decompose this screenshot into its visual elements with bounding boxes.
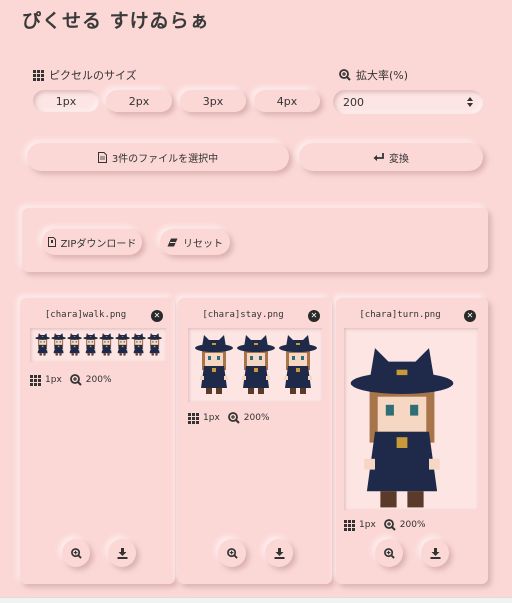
sprite-preview [344,328,478,510]
card-meta: 1px 200% [188,412,270,424]
card-filename: [chara]turn.png [359,310,441,320]
witch-sprite [131,333,146,356]
download-icon [430,547,440,559]
witch-sprite [51,333,66,356]
file-icon [97,151,107,163]
download-button[interactable] [265,539,293,567]
zoom-value: 200 [343,95,364,109]
image-card-stay: [chara]stay.png ✕ 1px 200% [178,298,332,584]
download-icon [274,547,284,559]
zoom-label-text: 拡大率(%) [356,69,409,82]
pixel-size-3px-button[interactable]: 3px [180,90,246,112]
reset-button[interactable]: リセット [160,229,230,255]
card-pixel-size: 1px [203,413,220,423]
download-button[interactable] [108,539,136,567]
pixel-size-2px-button[interactable]: 2px [106,90,172,112]
file-select-label: 3件のファイルを選択中 [111,153,219,165]
zoom-preview-button[interactable] [375,539,403,567]
card-filename: [chara]stay.png [202,310,284,320]
bottom-scroll-area [0,597,512,603]
witch-sprite [67,333,82,356]
card-meta: 1px 200% [30,374,112,386]
close-icon[interactable]: ✕ [308,310,320,322]
app-title: ぴくせる すけゐらぁ [22,10,210,32]
card-zoom: 200% [243,413,270,423]
witch-sprite [83,333,98,356]
witch-sprite [35,333,50,356]
witch-sprite [115,333,130,356]
spinner-arrows-icon [467,97,473,107]
sprite-preview [188,328,322,402]
witch-sprite [237,335,275,394]
file-select-button[interactable]: 3件のファイルを選択中 [27,143,289,171]
zoom-in-icon [69,374,82,386]
witch-sprite [279,335,317,394]
image-card-walk: [chara]walk.png ✕ 1px 200% [20,298,175,584]
reset-label: リセット [183,238,223,250]
witch-sprite [99,333,114,356]
close-icon[interactable]: ✕ [464,310,476,322]
card-pixel-size: 1px [45,375,62,385]
witch-sprite [147,333,162,356]
grid-icon [33,69,44,81]
zoom-select[interactable]: 200 [333,90,483,114]
walk-sprite-sheet [35,333,162,356]
card-pixel-size: 1px [359,520,376,530]
download-icon [117,547,127,559]
zip-download-button[interactable]: ZIPダウンロード [42,229,142,255]
pixel-size-1px-button[interactable]: 1px [33,90,99,112]
zoom-preview-button[interactable] [218,539,246,567]
zoom-in-icon [70,547,82,559]
zoom-in-icon [383,519,396,531]
zoom-in-icon [339,69,351,81]
zoom-in-icon [226,547,238,559]
zoom-preview-button[interactable] [62,539,90,567]
zoom-in-icon [227,412,240,424]
image-card-turn: [chara]turn.png ✕ 1px 200% [336,298,488,584]
zoom-in-icon [383,547,395,559]
grid-icon [30,374,41,386]
card-meta: 1px 200% [344,519,426,531]
close-icon[interactable]: ✕ [151,310,163,322]
pixel-size-4px-button[interactable]: 4px [254,90,320,112]
sprite-preview [30,328,166,362]
download-button[interactable] [421,539,449,567]
card-zoom: 200% [85,375,112,385]
return-arrow-icon [373,152,384,161]
stay-sprite-sheet [195,335,317,394]
grid-icon [188,412,199,424]
zip-file-icon [47,237,56,247]
pixel-size-label-text: ピクセルのサイズ [49,69,137,82]
zoom-label: 拡大率(%) [339,67,408,83]
card-zoom: 200% [399,520,426,530]
turn-sprite [350,348,454,508]
grid-icon [344,519,355,531]
convert-button[interactable]: 変換 [299,143,483,171]
witch-sprite [350,348,454,508]
zip-download-label: ZIPダウンロード [60,238,137,250]
witch-sprite [195,335,233,394]
pixel-size-label: ピクセルのサイズ [33,67,137,83]
card-filename: [chara]walk.png [44,310,127,320]
eraser-icon [167,238,178,246]
convert-label: 変換 [389,153,409,165]
